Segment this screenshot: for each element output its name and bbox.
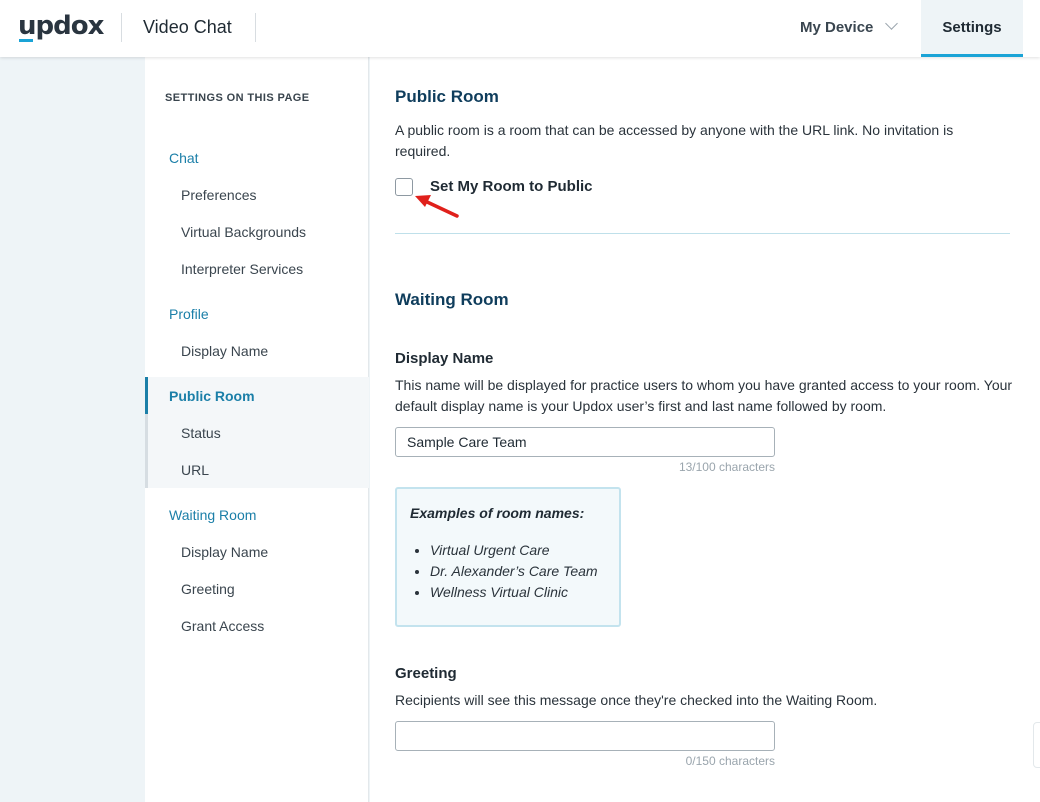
my-device-menu[interactable]: My Device [800, 19, 873, 36]
public-room-description: A public room is a room that can be acce… [395, 122, 954, 159]
display-name-description: This name will be displayed for practice… [395, 377, 1013, 414]
examples-title: Examples of room names: [410, 505, 585, 521]
updox-logo[interactable]: updox [18, 11, 104, 41]
public-room-title: Public Room [395, 87, 499, 106]
waiting-room-title: Waiting Room [395, 290, 509, 309]
sidebar-item-grant-access[interactable]: Grant Access [181, 618, 264, 634]
examples-list: Virtual Urgent Care Dr. Alexander’s Care… [430, 540, 598, 603]
public-room-checkbox[interactable] [395, 178, 413, 196]
sidebar-active-rail [145, 414, 148, 488]
greeting-input[interactable] [395, 721, 775, 751]
sidebar-item-url[interactable]: URL [181, 462, 209, 478]
sidebar-heading: SETTINGS ON THIS PAGE [165, 92, 310, 104]
greeting-title: Greeting [395, 665, 457, 682]
room-name-examples: Examples of room names: Virtual Urgent C… [395, 487, 621, 627]
sidebar-section-waiting-room[interactable]: Waiting Room [169, 507, 256, 523]
sidebar-section-profile[interactable]: Profile [169, 306, 209, 322]
app-title: Video Chat [143, 17, 232, 37]
sidebar-item-preferences[interactable]: Preferences [181, 187, 256, 203]
sidebar-item-profile-display-name[interactable]: Display Name [181, 343, 268, 359]
display-name-input[interactable] [395, 427, 775, 457]
display-name-title: Display Name [395, 350, 494, 367]
top-header: updox Video Chat My Device Settings [0, 0, 1040, 57]
annotation-arrow-icon [415, 195, 459, 218]
display-name-char-count: 13/100 characters [678, 460, 775, 474]
list-item: Virtual Urgent Care [430, 540, 598, 561]
logo-accent [19, 39, 33, 42]
list-item: Dr. Alexander’s Care Team [430, 561, 598, 582]
chevron-down-icon[interactable] [885, 17, 898, 30]
sidebar-item-interpreter-services[interactable]: Interpreter Services [181, 261, 303, 277]
scrollbar-handle[interactable] [1033, 722, 1040, 768]
sidebar-section-public-room[interactable]: Public Room [169, 388, 255, 404]
greeting-char-count: 0/150 characters [685, 754, 775, 768]
sidebar-active-indicator [145, 377, 148, 414]
header-divider [121, 13, 122, 42]
sidebar-item-virtual-backgrounds[interactable]: Virtual Backgrounds [181, 224, 306, 240]
settings-content: Public Room A public room is a room that… [370, 57, 1040, 802]
sidebar-item-status[interactable]: Status [181, 425, 221, 441]
header-divider [255, 13, 256, 42]
sidebar-item-greeting[interactable]: Greeting [181, 581, 235, 597]
sidebar-item-waiting-display-name[interactable]: Display Name [181, 544, 268, 560]
section-divider [395, 233, 1010, 234]
tab-settings[interactable]: Settings [921, 0, 1023, 57]
greeting-description: Recipients will see this message once th… [395, 692, 878, 708]
sidebar-section-chat[interactable]: Chat [169, 150, 199, 166]
list-item: Wellness Virtual Clinic [430, 582, 598, 603]
settings-sidebar: SETTINGS ON THIS PAGE Chat Preferences V… [145, 57, 369, 802]
